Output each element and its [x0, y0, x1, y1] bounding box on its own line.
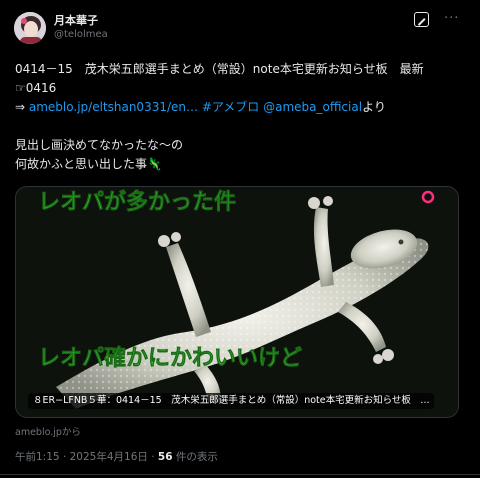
views-count: 56 — [157, 451, 173, 463]
user-handle[interactable]: @telolmea — [54, 29, 108, 40]
card-title-overlay: ８ER−LFNB５華：0414－15 茂木栄五郎選手まとめ（常設）note本宅更… — [28, 393, 435, 409]
divider — [0, 474, 480, 475]
tweet-line: 見出し画決めてなかったな～の — [15, 138, 184, 152]
tweet[interactable]: 月本華子 @telolmea ··· 0414－15 茂木栄五郎選手まとめ（常設… — [0, 0, 480, 478]
tweet-time[interactable]: 午前1:15 — [15, 451, 60, 463]
tweet-line: 何故かふと思い出した事🦎 — [15, 157, 162, 171]
card-source[interactable]: ameblo.jpから — [15, 424, 81, 438]
suffix-text: より — [362, 100, 386, 114]
url-link[interactable]: ameblo.jp/eltshan0331/en… — [29, 100, 198, 114]
hashtag-link[interactable]: #アメブロ — [198, 100, 259, 114]
tweet-line: ☞0416 — [15, 81, 57, 95]
arrow-text: ⇒ — [15, 100, 29, 114]
tweet-line: 0414－15 茂木栄五郎選手まとめ（常設）note本宅更新お知らせ板 最新 — [15, 62, 424, 76]
display-name[interactable]: 月本華子 — [54, 12, 98, 28]
mention-link[interactable]: @ameba_official — [259, 100, 362, 114]
meta-separator: · — [147, 451, 158, 463]
grok-icon[interactable] — [414, 12, 429, 27]
card-image-text-middle: レオパ確かにかわいいけど — [38, 345, 302, 371]
more-icon[interactable]: ··· — [444, 12, 460, 26]
tweet-line: ⇒ ameblo.jp/eltshan0331/en… #アメブロ @ameba… — [15, 98, 470, 117]
avatar[interactable] — [14, 12, 46, 44]
meta-separator: · — [59, 451, 70, 463]
views-label: 件の表示 — [172, 451, 218, 463]
link-card[interactable]: レオパが多かった件 レオパ確かにかわいいけど ８ER−LFNB５華：0414－1… — [15, 186, 459, 418]
tweet-text: 0414－15 茂木栄五郎選手まとめ（常設）note本宅更新お知らせ板 最新 ☞… — [15, 60, 470, 174]
card-image-text-top: レオパが多かった件 — [38, 189, 236, 215]
tweet-date[interactable]: 2025年4月16日 — [70, 451, 148, 463]
card-image: レオパが多かった件 レオパ確かにかわいいけど — [16, 187, 458, 417]
tweet-meta: 午前1:15 · 2025年4月16日 · 56 件の表示 — [15, 449, 218, 464]
avatar-image — [14, 12, 46, 44]
